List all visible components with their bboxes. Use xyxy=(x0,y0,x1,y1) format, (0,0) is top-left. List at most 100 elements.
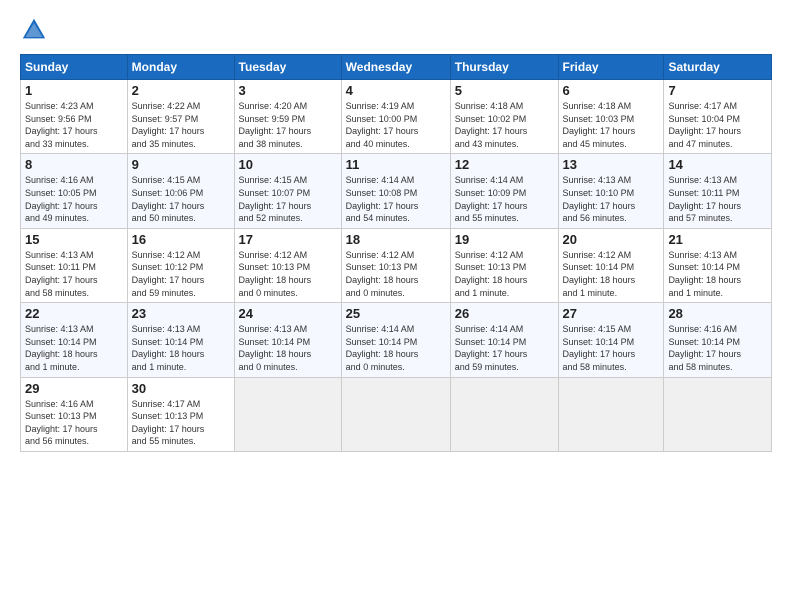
day-cell: 8 Sunrise: 4:16 AM Sunset: 10:05 PM Dayli… xyxy=(21,154,128,228)
week-row-1: 1 Sunrise: 4:23 AM Sunset: 9:56 PM Daylig… xyxy=(21,80,772,154)
day-number: 12 xyxy=(455,157,554,172)
day-info: Sunrise: 4:14 AM Sunset: 10:14 PM Daylig… xyxy=(455,323,554,373)
day-number: 14 xyxy=(668,157,767,172)
day-cell: 21Sunrise: 4:13 AM Sunset: 10:14 PM Dayl… xyxy=(664,228,772,302)
col-header-sunday: Sunday xyxy=(21,55,128,80)
day-cell: 15 Sunrise: 4:13 AM Sunset: 10:11 PM Dayl… xyxy=(21,228,128,302)
day-info: Sunrise: 4:13 AM Sunset: 10:10 PM Daylig… xyxy=(563,174,660,224)
day-info: Sunrise: 4:14 AM Sunset: 10:08 PM Daylig… xyxy=(346,174,446,224)
day-number: 22 xyxy=(25,306,123,321)
day-info: Sunrise: 4:14 AM Sunset: 10:14 PM Daylig… xyxy=(346,323,446,373)
day-info: Sunrise: 4:15 AM Sunset: 10:14 PM Daylig… xyxy=(563,323,660,373)
day-info: Sunrise: 4:20 AM Sunset: 9:59 PM Dayligh… xyxy=(239,100,337,150)
day-cell: 6Sunrise: 4:18 AM Sunset: 10:03 PM Dayli… xyxy=(558,80,664,154)
header-row: SundayMondayTuesdayWednesdayThursdayFrid… xyxy=(21,55,772,80)
day-info: Sunrise: 4:12 AM Sunset: 10:13 PM Daylig… xyxy=(346,249,446,299)
day-cell: 1 Sunrise: 4:23 AM Sunset: 9:56 PM Daylig… xyxy=(21,80,128,154)
day-cell xyxy=(450,377,558,451)
day-info: Sunrise: 4:13 AM Sunset: 10:14 PM Daylig… xyxy=(239,323,337,373)
day-info: Sunrise: 4:12 AM Sunset: 10:13 PM Daylig… xyxy=(239,249,337,299)
day-info: Sunrise: 4:22 AM Sunset: 9:57 PM Dayligh… xyxy=(132,100,230,150)
day-cell: 23 Sunrise: 4:13 AM Sunset: 10:14 PM Dayl… xyxy=(127,303,234,377)
day-cell: 7 Sunrise: 4:17 AM Sunset: 10:04 PM Dayli… xyxy=(664,80,772,154)
day-cell: 30 Sunrise: 4:17 AM Sunset: 10:13 PM Dayl… xyxy=(127,377,234,451)
col-header-thursday: Thursday xyxy=(450,55,558,80)
day-info: Sunrise: 4:13 AM Sunset: 10:14 PM Daylig… xyxy=(132,323,230,373)
day-number: 16 xyxy=(132,232,230,247)
day-number: 7 xyxy=(668,83,767,98)
day-cell xyxy=(234,377,341,451)
day-number: 18 xyxy=(346,232,446,247)
week-row-5: 29 Sunrise: 4:16 AM Sunset: 10:13 PM Dayl… xyxy=(21,377,772,451)
day-number: 10 xyxy=(239,157,337,172)
logo-icon xyxy=(20,16,48,44)
page: SundayMondayTuesdayWednesdayThursdayFrid… xyxy=(0,0,792,612)
day-number: 1 xyxy=(25,83,123,98)
day-cell: 2 Sunrise: 4:22 AM Sunset: 9:57 PM Daylig… xyxy=(127,80,234,154)
col-header-tuesday: Tuesday xyxy=(234,55,341,80)
day-cell: 22 Sunrise: 4:13 AM Sunset: 10:14 PM Dayl… xyxy=(21,303,128,377)
day-number: 30 xyxy=(132,381,230,396)
day-number: 27 xyxy=(563,306,660,321)
day-cell: 3 Sunrise: 4:20 AM Sunset: 9:59 PM Daylig… xyxy=(234,80,341,154)
day-cell: 19Sunrise: 4:12 AM Sunset: 10:13 PM Dayl… xyxy=(450,228,558,302)
week-row-4: 22 Sunrise: 4:13 AM Sunset: 10:14 PM Dayl… xyxy=(21,303,772,377)
day-number: 20 xyxy=(563,232,660,247)
col-header-saturday: Saturday xyxy=(664,55,772,80)
day-info: Sunrise: 4:16 AM Sunset: 10:14 PM Daylig… xyxy=(668,323,767,373)
day-number: 13 xyxy=(563,157,660,172)
day-cell: 12Sunrise: 4:14 AM Sunset: 10:09 PM Dayl… xyxy=(450,154,558,228)
day-number: 26 xyxy=(455,306,554,321)
day-number: 21 xyxy=(668,232,767,247)
day-cell: 11Sunrise: 4:14 AM Sunset: 10:08 PM Dayl… xyxy=(341,154,450,228)
day-number: 25 xyxy=(346,306,446,321)
day-number: 28 xyxy=(668,306,767,321)
day-number: 15 xyxy=(25,232,123,247)
day-cell: 24 Sunrise: 4:13 AM Sunset: 10:14 PM Dayl… xyxy=(234,303,341,377)
day-number: 24 xyxy=(239,306,337,321)
day-info: Sunrise: 4:13 AM Sunset: 10:14 PM Daylig… xyxy=(25,323,123,373)
day-number: 3 xyxy=(239,83,337,98)
day-number: 4 xyxy=(346,83,446,98)
day-cell xyxy=(558,377,664,451)
day-cell: 26 Sunrise: 4:14 AM Sunset: 10:14 PM Dayl… xyxy=(450,303,558,377)
day-cell: 28 Sunrise: 4:16 AM Sunset: 10:14 PM Dayl… xyxy=(664,303,772,377)
col-header-monday: Monday xyxy=(127,55,234,80)
day-cell: 25 Sunrise: 4:14 AM Sunset: 10:14 PM Dayl… xyxy=(341,303,450,377)
day-cell: 14 Sunrise: 4:13 AM Sunset: 10:11 PM Dayl… xyxy=(664,154,772,228)
day-number: 9 xyxy=(132,157,230,172)
day-cell xyxy=(664,377,772,451)
week-row-2: 8 Sunrise: 4:16 AM Sunset: 10:05 PM Dayli… xyxy=(21,154,772,228)
day-cell: 16 Sunrise: 4:12 AM Sunset: 10:12 PM Dayl… xyxy=(127,228,234,302)
day-number: 29 xyxy=(25,381,123,396)
day-cell: 5 Sunrise: 4:18 AM Sunset: 10:02 PM Dayli… xyxy=(450,80,558,154)
day-cell: 13 Sunrise: 4:13 AM Sunset: 10:10 PM Dayl… xyxy=(558,154,664,228)
day-cell: 10 Sunrise: 4:15 AM Sunset: 10:07 PM Dayl… xyxy=(234,154,341,228)
day-number: 8 xyxy=(25,157,123,172)
day-info: Sunrise: 4:18 AM Sunset: 10:03 PM Daylig… xyxy=(563,100,660,150)
day-info: Sunrise: 4:16 AM Sunset: 10:05 PM Daylig… xyxy=(25,174,123,224)
day-info: Sunrise: 4:18 AM Sunset: 10:02 PM Daylig… xyxy=(455,100,554,150)
day-number: 17 xyxy=(239,232,337,247)
day-cell: 29 Sunrise: 4:16 AM Sunset: 10:13 PM Dayl… xyxy=(21,377,128,451)
day-info: Sunrise: 4:17 AM Sunset: 10:04 PM Daylig… xyxy=(668,100,767,150)
col-header-friday: Friday xyxy=(558,55,664,80)
day-info: Sunrise: 4:16 AM Sunset: 10:13 PM Daylig… xyxy=(25,398,123,448)
day-info: Sunrise: 4:13 AM Sunset: 10:11 PM Daylig… xyxy=(668,174,767,224)
day-info: Sunrise: 4:12 AM Sunset: 10:14 PM Daylig… xyxy=(563,249,660,299)
day-info: Sunrise: 4:15 AM Sunset: 10:07 PM Daylig… xyxy=(239,174,337,224)
day-cell: 9 Sunrise: 4:15 AM Sunset: 10:06 PM Dayli… xyxy=(127,154,234,228)
day-info: Sunrise: 4:17 AM Sunset: 10:13 PM Daylig… xyxy=(132,398,230,448)
day-info: Sunrise: 4:12 AM Sunset: 10:12 PM Daylig… xyxy=(132,249,230,299)
calendar-table: SundayMondayTuesdayWednesdayThursdayFrid… xyxy=(20,54,772,452)
day-info: Sunrise: 4:13 AM Sunset: 10:11 PM Daylig… xyxy=(25,249,123,299)
day-info: Sunrise: 4:23 AM Sunset: 9:56 PM Dayligh… xyxy=(25,100,123,150)
day-number: 23 xyxy=(132,306,230,321)
day-cell: 20 Sunrise: 4:12 AM Sunset: 10:14 PM Dayl… xyxy=(558,228,664,302)
day-info: Sunrise: 4:19 AM Sunset: 10:00 PM Daylig… xyxy=(346,100,446,150)
day-info: Sunrise: 4:15 AM Sunset: 10:06 PM Daylig… xyxy=(132,174,230,224)
day-number: 5 xyxy=(455,83,554,98)
week-row-3: 15 Sunrise: 4:13 AM Sunset: 10:11 PM Dayl… xyxy=(21,228,772,302)
day-cell: 18 Sunrise: 4:12 AM Sunset: 10:13 PM Dayl… xyxy=(341,228,450,302)
day-number: 2 xyxy=(132,83,230,98)
